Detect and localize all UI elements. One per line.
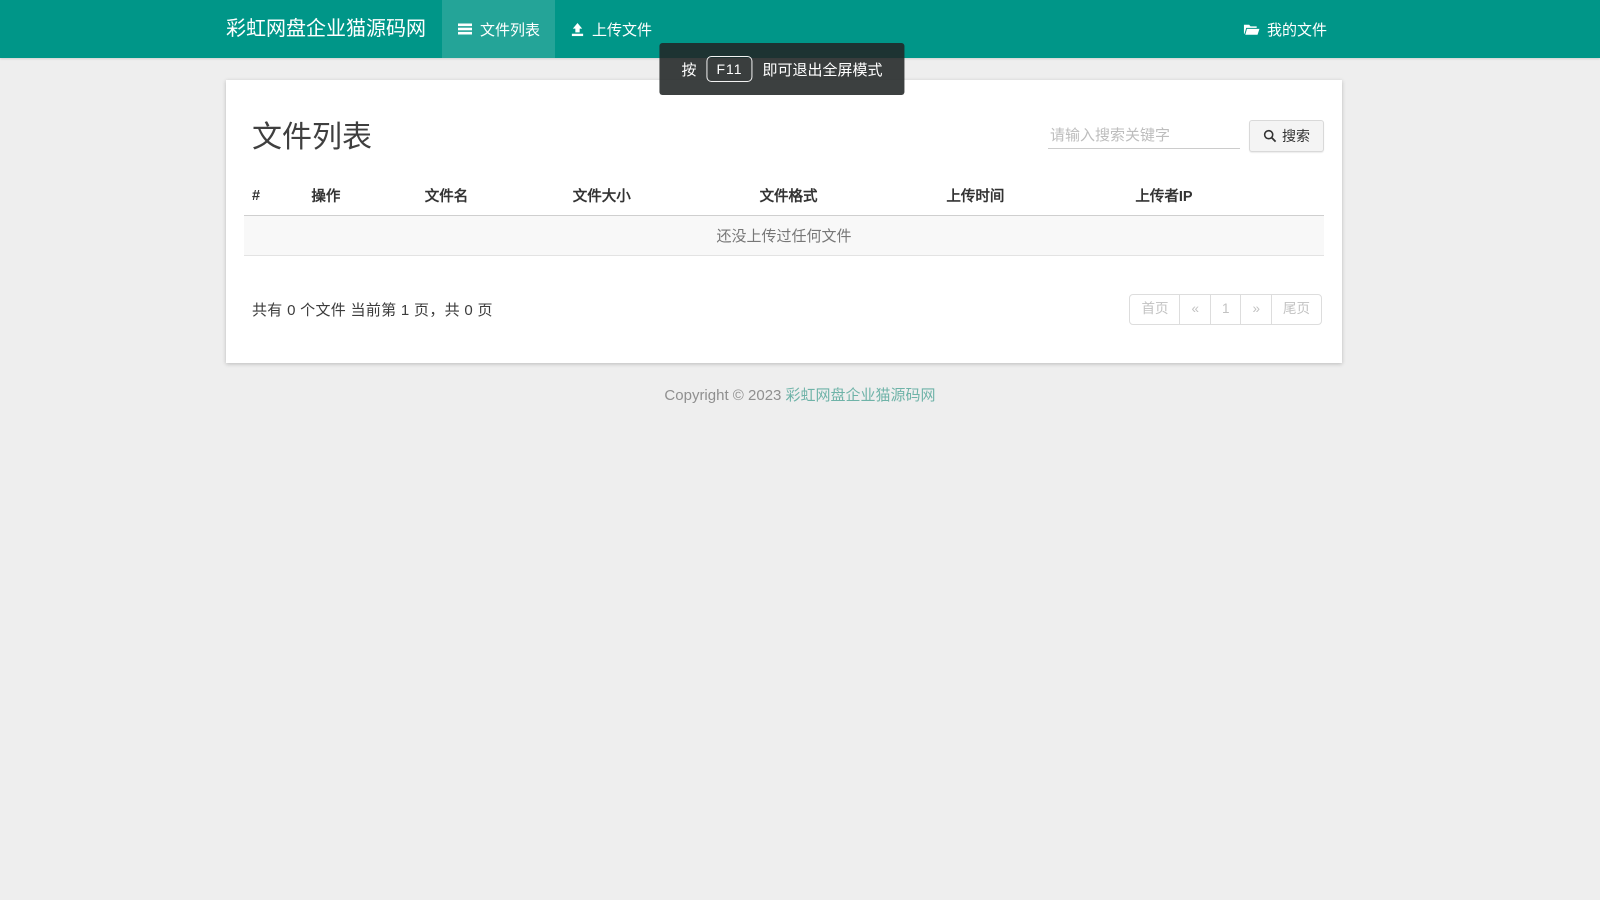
empty-state-row: 还没上传过任何文件 — [244, 216, 1324, 256]
nav-item-my-files[interactable]: 我的文件 — [1228, 0, 1342, 58]
fullscreen-exit-toast: 按 F11 即可退出全屏模式 — [659, 43, 904, 95]
search-area: 搜索 — [1048, 120, 1324, 152]
search-button-label: 搜索 — [1282, 126, 1310, 146]
column-header-filename: 文件名 — [417, 176, 565, 216]
pagination-next-button[interactable]: » — [1240, 294, 1272, 325]
search-input[interactable] — [1048, 123, 1240, 149]
toast-text-prefix: 按 — [681, 59, 696, 80]
search-button[interactable]: 搜索 — [1249, 120, 1324, 152]
column-header-uploadtime: 上传时间 — [938, 176, 1127, 216]
column-header-uploaderip: 上传者IP — [1127, 176, 1324, 216]
column-header-fileformat: 文件格式 — [752, 176, 939, 216]
copyright-text: Copyright © 2023 — [664, 387, 785, 404]
site-footer: Copyright © 2023 彩虹网盘企业猫源码网 — [0, 384, 1600, 405]
footer-site-link[interactable]: 彩虹网盘企业猫源码网 — [786, 387, 936, 404]
pagination-prev-button[interactable]: « — [1179, 294, 1211, 325]
column-header-operation: 操作 — [303, 176, 416, 216]
pagination: 首页 « 1 » 尾页 — [1129, 294, 1322, 325]
brand-title[interactable]: 彩虹网盘企业猫源码网 — [226, 0, 426, 58]
column-header-index: # — [244, 176, 303, 216]
empty-state-message: 还没上传过任何文件 — [244, 216, 1324, 256]
folder-open-icon — [1243, 22, 1260, 37]
nav-item-label: 文件列表 — [480, 19, 540, 40]
toast-text-suffix: 即可退出全屏模式 — [763, 59, 883, 80]
nav-item-label: 上传文件 — [592, 19, 652, 40]
list-icon — [457, 21, 473, 37]
nav-item-label: 我的文件 — [1267, 19, 1327, 40]
nav-item-upload[interactable]: 上传文件 — [555, 0, 667, 58]
file-table: # 操作 文件名 文件大小 文件格式 上传时间 上传者IP 还没上传过任何文件 — [244, 176, 1324, 256]
column-header-filesize: 文件大小 — [565, 176, 752, 216]
search-icon — [1263, 129, 1277, 143]
pagination-last-button[interactable]: 尾页 — [1271, 294, 1322, 325]
pagination-first-button[interactable]: 首页 — [1129, 294, 1180, 325]
file-list-card: 文件列表 搜索 # 操作 文件名 文件大小 文件格式 — [226, 80, 1342, 363]
upload-icon — [570, 22, 585, 37]
nav-item-file-list[interactable]: 文件列表 — [442, 0, 555, 58]
f11-key-badge: F11 — [706, 56, 752, 82]
pagination-page-1[interactable]: 1 — [1210, 294, 1242, 325]
page-title: 文件列表 — [252, 112, 372, 156]
table-header-row: # 操作 文件名 文件大小 文件格式 上传时间 上传者IP — [244, 176, 1324, 216]
file-count-summary: 共有 0 个文件 当前第 1 页，共 0 页 — [252, 299, 493, 320]
